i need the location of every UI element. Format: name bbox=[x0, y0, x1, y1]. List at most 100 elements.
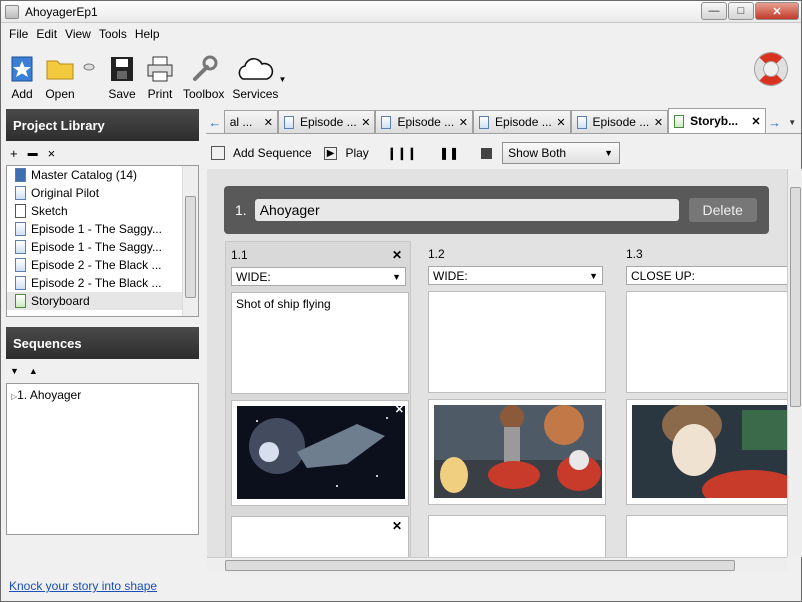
tab-scroll-right-icon[interactable]: → bbox=[766, 111, 784, 133]
stop-icon[interactable] bbox=[481, 147, 493, 159]
add-sequence-button[interactable]: Add Sequence bbox=[233, 146, 312, 160]
library-item-episode-1a[interactable]: Episode 1 - The Saggy... bbox=[7, 220, 198, 238]
board-vscroll-thumb[interactable] bbox=[790, 187, 801, 407]
document-icon bbox=[15, 240, 26, 254]
open-dropdown[interactable] bbox=[83, 63, 95, 71]
shot-image-frame[interactable]: ✕ bbox=[231, 400, 409, 506]
save-button[interactable]: Save bbox=[107, 55, 137, 101]
library-item-master-catalog[interactable]: Master Catalog (14) bbox=[7, 166, 198, 184]
next-shot-frame[interactable] bbox=[428, 515, 606, 557]
minimize-button[interactable]: — bbox=[701, 2, 727, 20]
services-button[interactable]: Services ▼ bbox=[232, 55, 286, 101]
close-tab-icon[interactable]: ✕ bbox=[654, 116, 663, 129]
catalog-icon bbox=[15, 168, 26, 182]
wrench-icon bbox=[189, 55, 219, 83]
add-button[interactable]: Add bbox=[7, 55, 37, 101]
pause-icon[interactable]: ❚❚ bbox=[439, 146, 459, 160]
library-item-storyboard[interactable]: Storyboard bbox=[7, 292, 198, 310]
left-panel: Project Library + ▬ × Master Catalog (14… bbox=[6, 109, 199, 535]
layout-columns-icon[interactable]: ❙❙❙ bbox=[387, 146, 417, 160]
shot-type-select[interactable]: WIDE: ▼ bbox=[428, 266, 603, 285]
move-down-icon[interactable]: ▼ bbox=[10, 366, 19, 376]
library-item-episode-1b[interactable]: Episode 1 - The Saggy... bbox=[7, 238, 198, 256]
tab-episode[interactable]: Episode ... ✕ bbox=[473, 110, 571, 133]
library-scrollbar[interactable] bbox=[182, 166, 198, 316]
shot-card[interactable]: 1.3 CLOSE UP:▼ bbox=[621, 241, 787, 557]
storyboard-icon bbox=[674, 114, 685, 128]
services-label: Services bbox=[232, 87, 279, 101]
menu-tools[interactable]: Tools bbox=[99, 27, 127, 41]
menu-bar: File Edit View Tools Help bbox=[1, 24, 801, 44]
library-add-button[interactable]: + bbox=[10, 146, 18, 161]
chevron-down-icon: ▼ bbox=[589, 270, 598, 281]
document-icon bbox=[15, 276, 26, 290]
maximize-button[interactable]: □ bbox=[728, 2, 754, 20]
board-vertical-scrollbar[interactable] bbox=[787, 169, 802, 557]
close-tab-icon[interactable]: ✕ bbox=[751, 115, 760, 128]
cloud-icon bbox=[235, 55, 275, 83]
shot-card[interactable]: 1.2 WIDE: ▼ bbox=[423, 241, 609, 557]
library-folder-button[interactable]: ▬ bbox=[28, 148, 38, 159]
tab-episode[interactable]: Episode ... ✕ bbox=[375, 110, 474, 133]
close-tab-icon[interactable]: ✕ bbox=[556, 116, 565, 129]
library-item-episode-2a[interactable]: Episode 2 - The Black ... bbox=[7, 256, 198, 274]
close-tab-icon[interactable]: ✕ bbox=[361, 116, 370, 129]
sequence-item[interactable]: ▷1. Ahoyager bbox=[11, 388, 198, 402]
show-mode-select[interactable]: Show Both ▼ bbox=[502, 142, 621, 164]
shot-card[interactable]: 1.1 ✕ WIDE: ▼ Shot of ship flying ✕ ✕ bbox=[225, 241, 411, 557]
spaceship-image bbox=[237, 406, 405, 499]
next-shot-frame[interactable]: ✕ bbox=[231, 516, 409, 557]
library-remove-button[interactable]: × bbox=[48, 146, 56, 161]
shot-type-select[interactable]: WIDE: ▼ bbox=[231, 267, 406, 286]
tab-episode[interactable]: Episode ... ✕ bbox=[277, 110, 376, 133]
remove-image-icon[interactable]: ✕ bbox=[395, 403, 404, 416]
shot-number: 1.3 bbox=[626, 247, 643, 261]
sequence-name-input[interactable]: Ahoyager bbox=[254, 199, 679, 221]
sequence-header: 1. Ahoyager Delete bbox=[224, 186, 769, 234]
document-icon bbox=[283, 115, 294, 129]
document-tabs: ← al ... ✕ Episode ... ✕ Episode ... ✕ Epis… bbox=[206, 108, 801, 134]
chevron-down-icon: ▼ bbox=[392, 271, 401, 282]
menu-view[interactable]: View bbox=[65, 27, 91, 41]
library-item-original-pilot[interactable]: Original Pilot bbox=[7, 184, 198, 202]
shot-description[interactable] bbox=[626, 291, 787, 393]
board-hscroll-thumb[interactable] bbox=[225, 560, 735, 571]
print-button[interactable]: Print bbox=[145, 55, 175, 101]
library-item-episode-2b[interactable]: Episode 2 - The Black ... bbox=[7, 274, 198, 292]
delete-shot-icon[interactable]: ✕ bbox=[392, 248, 402, 262]
shot-type-select[interactable]: CLOSE UP:▼ bbox=[626, 266, 787, 285]
menu-help[interactable]: Help bbox=[135, 27, 160, 41]
tab-scroll-left-icon[interactable]: ← bbox=[206, 111, 224, 133]
footer-tagline-link[interactable]: Knock your story into shape bbox=[9, 579, 157, 593]
add-sequence-icon bbox=[211, 146, 225, 160]
close-window-button[interactable]: ✕ bbox=[755, 2, 799, 20]
lifebuoy-help-icon[interactable] bbox=[755, 53, 787, 85]
library-item-sketch[interactable]: Sketch bbox=[7, 202, 198, 220]
tab-episode[interactable]: Episode ... ✕ bbox=[570, 110, 669, 133]
toolbox-button[interactable]: Toolbox bbox=[183, 55, 224, 101]
storyboard-canvas: 1. Ahoyager Delete 1.1 ✕ WIDE: ▼ Shot of … bbox=[207, 169, 787, 557]
delete-shot-icon[interactable]: ✕ bbox=[392, 519, 402, 533]
tab-partial[interactable]: al ... ✕ bbox=[223, 110, 278, 133]
shot-image-frame[interactable] bbox=[626, 399, 787, 505]
delete-sequence-button[interactable]: Delete bbox=[688, 198, 757, 222]
app-icon bbox=[5, 4, 19, 19]
shot-image-frame[interactable] bbox=[428, 399, 606, 505]
close-tab-icon[interactable]: ✕ bbox=[459, 116, 468, 129]
tab-storyboard[interactable]: Storyb... ✕ bbox=[668, 108, 766, 133]
tab-list-dropdown-icon[interactable]: ▼ bbox=[783, 111, 801, 133]
menu-file[interactable]: File bbox=[9, 27, 28, 41]
sequences-header: Sequences bbox=[6, 327, 199, 359]
shot-description[interactable]: Shot of ship flying bbox=[231, 292, 409, 394]
open-button[interactable]: Open bbox=[45, 55, 75, 101]
close-tab-icon[interactable]: ✕ bbox=[264, 116, 273, 129]
toolbox-label: Toolbox bbox=[183, 87, 225, 101]
shot-description[interactable] bbox=[428, 291, 606, 393]
menu-edit[interactable]: Edit bbox=[36, 27, 57, 41]
document-icon bbox=[15, 258, 26, 272]
move-up-icon[interactable]: ▲ bbox=[29, 366, 38, 376]
play-button[interactable]: Play bbox=[345, 146, 368, 160]
next-shot-frame[interactable] bbox=[626, 515, 787, 557]
library-scroll-thumb[interactable] bbox=[185, 196, 196, 298]
board-horizontal-scrollbar[interactable] bbox=[207, 557, 787, 573]
